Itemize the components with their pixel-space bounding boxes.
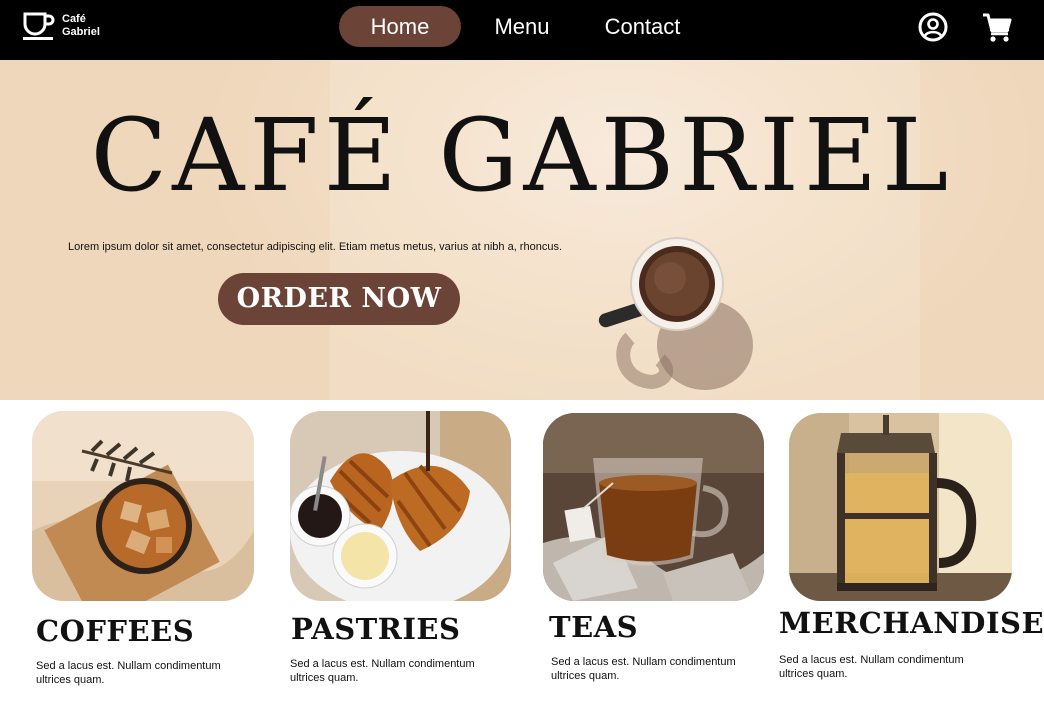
coffee-mug-photo: [598, 237, 753, 390]
hero-description: Lorem ipsum dolor sit amet, consectetur …: [68, 241, 562, 253]
coffees-title[interactable]: COFFEES: [36, 614, 194, 648]
merchandise-image[interactable]: [789, 413, 1012, 601]
croissants-photo: [290, 411, 511, 601]
merchandise-title[interactable]: MERCHANDISE: [779, 606, 1044, 640]
brand-logo[interactable]: Café Gabriel: [22, 10, 100, 42]
hero-title: CAFÉ GABRIEL: [90, 97, 954, 214]
nav-home-link[interactable]: Home: [339, 6, 461, 47]
teas-image[interactable]: [543, 413, 764, 601]
teas-title[interactable]: TEAS: [549, 610, 638, 644]
shopping-cart-icon[interactable]: [981, 11, 1013, 43]
nav-menu-link[interactable]: Menu: [477, 6, 567, 47]
coffees-image[interactable]: [32, 411, 254, 601]
coffees-description: Sed a lacus est. Nullam condimentum ultr…: [36, 660, 221, 686]
brand-name-line1: Café: [62, 13, 86, 25]
teas-description: Sed a lacus est. Nullam condimentum ultr…: [551, 656, 736, 682]
french-press-photo: [789, 413, 1012, 601]
merchandise-description: Sed a lacus est. Nullam condimentum ultr…: [779, 654, 964, 680]
pastries-image[interactable]: [290, 411, 511, 601]
tea-cup-photo: [543, 413, 764, 601]
order-now-button[interactable]: ORDER NOW: [218, 273, 460, 325]
hero-banner: CAFÉ GABRIEL Lorem ipsum dolor sit amet,…: [0, 60, 1044, 400]
brand-name-line2: Gabriel: [62, 26, 100, 38]
account-circle-icon[interactable]: [917, 11, 949, 43]
pastries-description: Sed a lacus est. Nullam condimentum ultr…: [290, 658, 475, 684]
nav-contact-link[interactable]: Contact: [585, 6, 700, 47]
brand-name: Café Gabriel: [62, 13, 100, 39]
pastries-title[interactable]: PASTRIES: [291, 612, 460, 646]
top-navbar: Café Gabriel Home Menu Contact: [0, 0, 1044, 60]
coffee-cup-icon: [23, 12, 55, 40]
iced-coffee-photo: [32, 411, 254, 601]
